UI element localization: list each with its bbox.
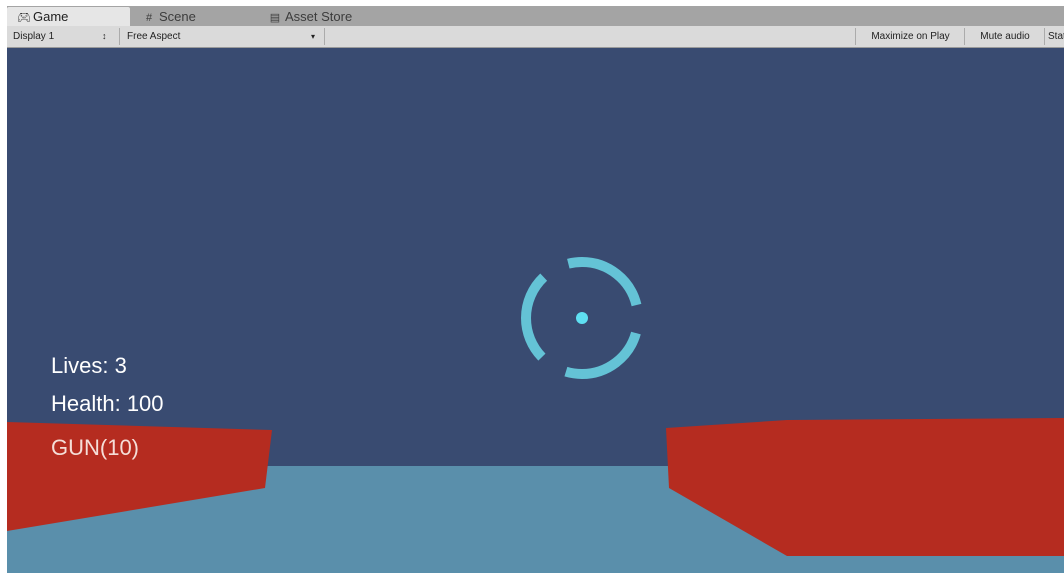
hud-lives: Lives: 3 <box>51 353 127 378</box>
game-controller-icon: 🎮︎ <box>17 12 31 24</box>
display-dropdown[interactable]: Display 1 <box>13 29 113 44</box>
tab-game-label: Game <box>33 9 69 24</box>
toolbar-divider <box>855 28 856 45</box>
toolbar-divider <box>119 28 120 45</box>
stats-toggle[interactable]: Stats <box>1046 29 1064 44</box>
toolbar-divider <box>1044 28 1045 45</box>
tab-game[interactable]: 🎮︎ Game <box>7 7 130 26</box>
aspect-dropdown[interactable]: Free Aspect <box>127 29 327 44</box>
hud-health: Health: 100 <box>51 391 164 416</box>
tab-scene-label: Scene <box>159 9 196 24</box>
aspect-dropdown-label: Free Aspect <box>127 31 181 42</box>
mute-audio-toggle[interactable]: Mute audio <box>967 29 1043 44</box>
tab-asset-store[interactable]: ▤ Asset Store <box>269 7 399 26</box>
crosshair-center-dot <box>576 312 588 324</box>
toolbar-divider <box>964 28 965 45</box>
chevron-down-icon: ▾ <box>311 32 316 41</box>
unity-game-window: 🎮︎ Game # Scene ▤ Asset Store Display 1 ↕ F… <box>7 6 1064 573</box>
tab-asset-store-label: Asset Store <box>285 9 353 24</box>
editor-tab-bar: 🎮︎ Game # Scene ▤ Asset Store <box>7 6 1064 26</box>
display-dropdown-arrows-icon: ↕ <box>102 31 107 41</box>
toolbar-divider <box>324 28 325 45</box>
game-scene <box>7 48 1064 573</box>
display-dropdown-label: Display 1 <box>13 31 55 42</box>
game-view-toolbar: Display 1 ↕ Free Aspect ▾ Maximize on Pl… <box>7 26 1064 48</box>
hud-weapon-ammo: GUN(10) <box>51 435 140 460</box>
game-viewport[interactable]: Lives: 3 Health: 100 GUN(10) <box>7 48 1064 573</box>
maximize-on-play-toggle[interactable]: Maximize on Play <box>859 29 962 44</box>
scene-grid-icon: # <box>145 12 153 24</box>
asset-store-icon: ▤ <box>269 12 281 24</box>
tab-scene[interactable]: # Scene <box>140 7 240 26</box>
